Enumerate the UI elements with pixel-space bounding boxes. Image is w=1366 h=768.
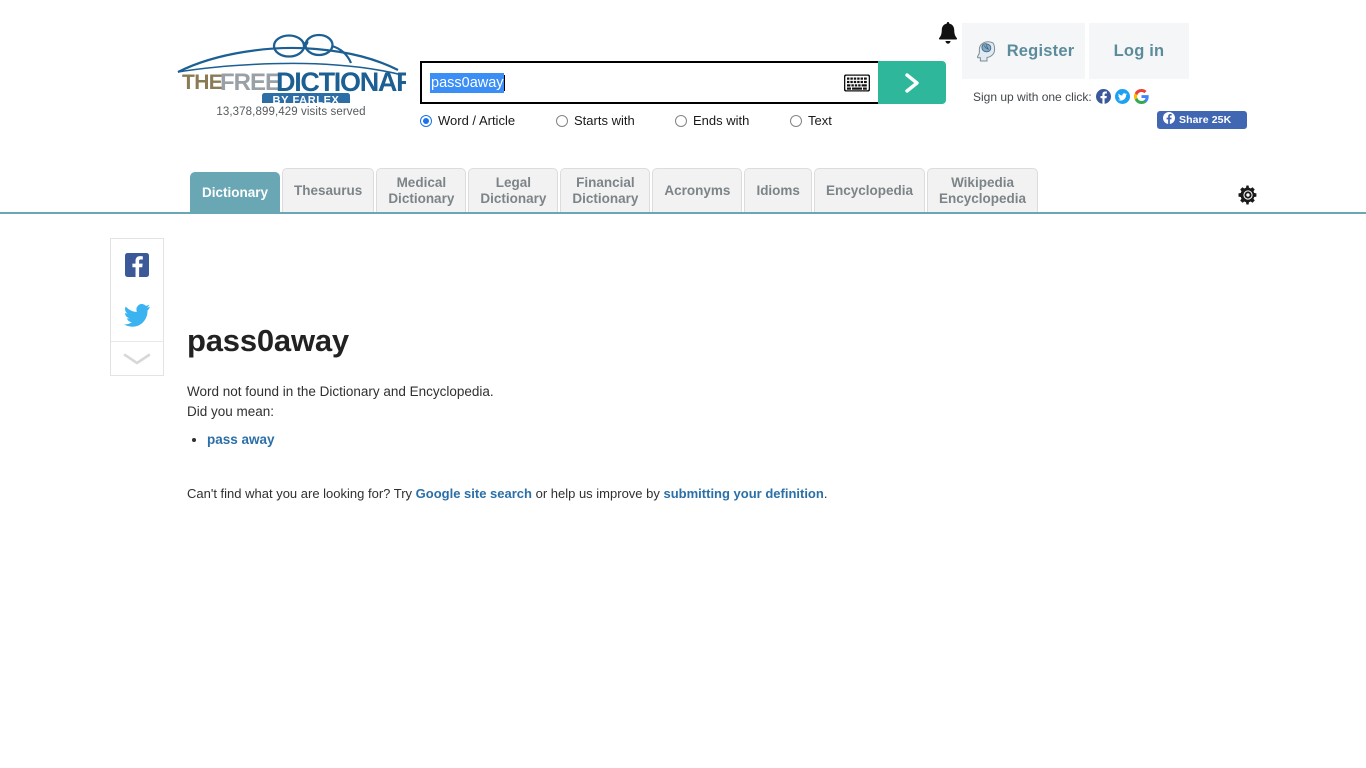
tab-financial-dictionary[interactable]: Financial Dictionary (560, 168, 651, 212)
radio-indicator (420, 114, 432, 127)
svg-text:FREE: FREE (220, 69, 281, 96)
suggestion-link[interactable]: pass away (207, 432, 275, 447)
visits-counter: 13,378,899,429 visits served (216, 106, 366, 118)
facebook-icon (125, 252, 149, 277)
tab-wikipedia-encyclopedia[interactable]: Wikipedia Encyclopedia (927, 168, 1039, 212)
radio-word-article[interactable]: Word / Article (420, 113, 556, 128)
help-middle: or help us improve by (531, 486, 664, 501)
search-area: pass0away Word / Article Starts with End… (420, 61, 946, 128)
tab-legal-dictionary[interactable]: Legal Dictionary (468, 168, 559, 212)
svg-text:BY FARLEX: BY FARLEX (273, 95, 340, 104)
share-label: Share 25K (1179, 114, 1232, 126)
help-line: Can't find what you are looking for? Try… (187, 484, 1087, 504)
keyboard-icon[interactable] (843, 73, 871, 92)
radio-label: Word / Article (438, 113, 516, 128)
search-input-value: pass0away (430, 72, 504, 93)
tab-dictionary[interactable]: Dictionary (190, 172, 281, 212)
facebook-icon[interactable] (1095, 89, 1111, 104)
radio-label: Starts with (574, 113, 635, 128)
tab-medical-dictionary[interactable]: Medical Dictionary (376, 168, 467, 212)
search-scope-options: Word / Article Starts with Ends with Tex… (420, 113, 946, 128)
chevron-down-icon (123, 353, 151, 364)
chevron-right-icon (905, 72, 919, 93)
radio-indicator (675, 114, 687, 127)
tab-encyclopedia[interactable]: Encyclopedia (813, 168, 925, 212)
radio-indicator (556, 114, 568, 127)
tab-thesaurus[interactable]: Thesaurus (282, 168, 375, 212)
brain-head-icon (973, 38, 999, 64)
share-twitter-button[interactable] (111, 290, 163, 341)
search-input[interactable]: pass0away (420, 61, 878, 104)
tab-idioms[interactable]: Idioms (744, 168, 812, 212)
radio-ends-with[interactable]: Ends with (675, 113, 790, 128)
share-facebook-button[interactable] (111, 239, 163, 290)
main-content: pass0away Word not found in the Dictiona… (187, 324, 1087, 504)
free-dictionary-logo-icon: THE FREE DICTIONARY BY FARLEX (177, 33, 406, 104)
list-item: pass away (207, 430, 1087, 450)
login-label: Log in (1113, 41, 1165, 60)
register-button[interactable]: Register (962, 23, 1085, 79)
social-signup-label: Sign up with one click: (973, 89, 1092, 104)
radio-indicator (790, 114, 802, 127)
did-you-mean-label: Did you mean: (187, 404, 275, 419)
svg-text:DICTIONARY: DICTIONARY (276, 67, 406, 97)
help-suffix: . (823, 486, 828, 501)
site-header: THE FREE DICTIONARY BY FARLEX 13,378,899… (0, 0, 1366, 166)
share-rail-collapse-button[interactable] (111, 341, 163, 375)
twitter-icon (123, 304, 150, 327)
radio-text[interactable]: Text (790, 113, 832, 128)
social-signup-row: Sign up with one click: (973, 89, 1149, 104)
tab-acronyms[interactable]: Acronyms (652, 168, 743, 212)
help-prefix: Can't find what you are looking for? Try (187, 486, 416, 501)
bell-icon[interactable] (937, 22, 959, 48)
radio-starts-with[interactable]: Starts with (556, 113, 675, 128)
gear-icon[interactable] (1238, 185, 1258, 205)
text-caret (503, 74, 505, 91)
submit-definition-link[interactable]: submitting your definition (664, 486, 824, 501)
twitter-icon[interactable] (1114, 89, 1130, 104)
google-site-search-link[interactable]: Google site search (416, 486, 532, 501)
page-body: pass0away Word not found in the Dictiona… (0, 214, 1366, 766)
login-button[interactable]: Log in (1089, 23, 1189, 79)
category-tab-bar: Dictionary Thesaurus Medical Dictionary … (0, 166, 1366, 214)
not-found-message: Word not found in the Dictionary and Enc… (187, 384, 494, 399)
facebook-share-button[interactable]: Share 25K (1157, 111, 1247, 129)
page-title: pass0away (187, 323, 349, 358)
radio-label: Ends with (693, 113, 750, 128)
account-buttons: Register Log in (962, 23, 1189, 79)
suggestion-list: pass away (187, 430, 1087, 450)
radio-label: Text (808, 113, 832, 128)
google-icon[interactable] (1133, 89, 1149, 104)
facebook-icon (1163, 111, 1175, 129)
register-label: Register (1006, 41, 1075, 60)
site-logo[interactable]: THE FREE DICTIONARY BY FARLEX 13,378,899… (176, 25, 406, 118)
svg-text:THE: THE (182, 71, 223, 94)
search-submit-button[interactable] (878, 61, 946, 104)
social-share-rail (110, 238, 164, 376)
